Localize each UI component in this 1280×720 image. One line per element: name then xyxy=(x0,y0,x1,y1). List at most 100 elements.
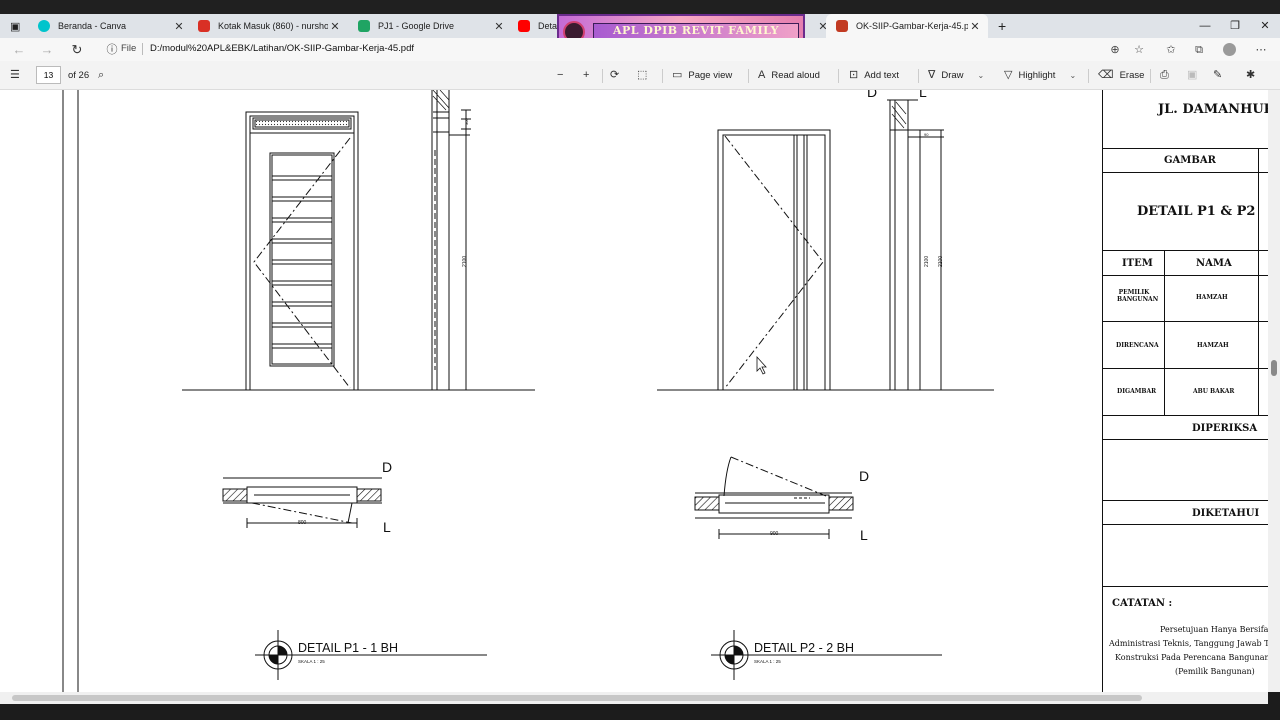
divider xyxy=(1103,415,1268,416)
draw-button[interactable]: ∇ Draw ⌄ xyxy=(928,67,984,84)
zoom-icon[interactable]: ⊕ xyxy=(1106,41,1124,59)
section-mark-d: D xyxy=(867,90,877,100)
read-aloud-icon: A xyxy=(758,69,766,81)
banner-text: APL DPIB REVIT FAMILY xyxy=(593,23,799,39)
tab-gmail[interactable]: Kotak Masuk (860) - nursholih@ ✕ xyxy=(188,14,348,38)
divider xyxy=(1258,148,1259,250)
nama-header: NAMA xyxy=(1196,258,1232,269)
tab-youtube[interactable]: Detail xyxy=(508,14,558,38)
toolbar-separator xyxy=(1088,69,1089,83)
scrollbar-thumb[interactable] xyxy=(12,695,1142,701)
scrollbar-thumb[interactable] xyxy=(1271,360,1277,376)
profile-avatar[interactable] xyxy=(1220,41,1238,59)
catatan-line: Administrasi Teknis, Tanggung Jawab Tekn… xyxy=(1109,639,1268,648)
close-tab-icon[interactable]: ✕ xyxy=(328,20,342,33)
read-aloud-label: Read aloud xyxy=(771,70,820,81)
horizontal-scrollbar[interactable] xyxy=(0,692,1268,704)
tab-canva[interactable]: Beranda - Canva ✕ xyxy=(28,14,192,38)
new-tab-button[interactable]: + xyxy=(988,14,1010,38)
dimension-p2-width: 900 xyxy=(770,531,779,537)
tab-google-drive[interactable]: PJ1 - Google Drive ✕ xyxy=(348,14,512,38)
google-drive-icon xyxy=(358,20,370,32)
file-label: File xyxy=(121,43,137,54)
side-out-label-p2: L xyxy=(860,527,868,543)
url-separator xyxy=(142,43,143,55)
toolbar-separator xyxy=(838,69,839,83)
close-window-button[interactable]: ✕ xyxy=(1250,14,1280,38)
item-pemilik: PEMILIK BANGUNAN xyxy=(1117,289,1158,303)
page-view-button[interactable]: ▭ Page view xyxy=(672,67,732,84)
print-icon[interactable]: ⎙ xyxy=(1160,67,1175,84)
catatan-line: Konstruksi Pada Perencana Bangunan / I xyxy=(1115,653,1268,662)
divider xyxy=(1103,321,1268,322)
nama-pemilik: HAMZAH xyxy=(1196,294,1228,301)
contents-icon[interactable]: ☰ xyxy=(10,67,26,84)
vertical-scrollbar[interactable] xyxy=(1268,90,1280,692)
door-detail-drawing: 2100 300 2100 2100 90 800 900 D L D L D … xyxy=(62,90,994,692)
item-digambar: DIGAMBAR xyxy=(1117,388,1157,395)
maximize-button[interactable]: ❐ xyxy=(1220,14,1250,38)
pdf-toolbar: ☰ of 26 ⌕ − + ⟳ ⬚ ▭ Page view A Read aloud… xyxy=(0,61,1280,90)
save-icon[interactable]: ▣ xyxy=(1187,67,1203,84)
side-in-label-p1: D xyxy=(382,459,392,475)
add-text-icon: ⊡ xyxy=(849,69,859,81)
dimension-p2-height: 2100 xyxy=(924,256,930,267)
forward-arrow-icon[interactable]: → xyxy=(38,41,56,59)
diperiksa-label: DIPERIKSA xyxy=(1192,423,1258,434)
close-tab-icon[interactable]: ✕ xyxy=(492,20,506,33)
tab-title: Detail xyxy=(538,21,558,31)
close-tab-icon[interactable]: ✕ xyxy=(806,14,827,38)
address-bar: ← → ↻ ⓘ File D:/modul%20APL&EBK/Latihan/… xyxy=(0,38,1280,61)
url-field[interactable]: D:/modul%20APL&EBK/Latihan/OK-SIIP-Gamba… xyxy=(150,43,414,54)
chevron-down-icon[interactable]: ⌄ xyxy=(1069,67,1076,84)
add-text-label: Add text xyxy=(864,70,900,81)
read-aloud-button[interactable]: A Read aloud xyxy=(758,67,820,84)
rotate-icon[interactable]: ⟳ xyxy=(610,67,625,84)
chevron-down-icon[interactable]: ⌄ xyxy=(978,67,985,84)
back-arrow-icon[interactable]: ← xyxy=(10,41,28,59)
erase-button[interactable]: ⌫ Erase xyxy=(1098,67,1144,84)
add-favorite-icon[interactable]: ☆ xyxy=(1130,41,1148,59)
page-view-icon: ▭ xyxy=(672,69,683,81)
close-tab-icon[interactable]: ✕ xyxy=(172,20,186,33)
add-text-button[interactable]: ⊡ Add text xyxy=(849,67,899,84)
highlight-label: Highlight xyxy=(1018,70,1056,81)
info-icon[interactable]: ⓘ xyxy=(103,41,121,59)
find-icon[interactable]: ⌕ xyxy=(98,67,110,84)
divider xyxy=(1103,439,1268,440)
pdf-icon xyxy=(836,20,848,32)
pin-toolbar-icon[interactable]: ✱ xyxy=(1246,67,1261,84)
item-direncana: DIRENCANA xyxy=(1116,342,1159,349)
catatan-label: CATATAN : xyxy=(1112,598,1173,609)
tab-title: Kotak Masuk (860) - nursholih@ xyxy=(218,21,328,31)
favorites-icon[interactable]: ✩ xyxy=(1162,41,1180,59)
dimension-p2-height-2: 2100 xyxy=(938,256,944,267)
toolbar-separator xyxy=(602,69,603,83)
dimension-p2-small: 90 xyxy=(924,132,929,137)
detail-p1-scale: SKALA 1 : 25 xyxy=(298,659,325,664)
youtube-icon xyxy=(518,20,530,32)
more-menu-icon[interactable]: ⋯ xyxy=(1252,41,1270,59)
divider xyxy=(1164,250,1165,415)
minimize-button[interactable]: — xyxy=(1190,14,1220,38)
tab-actions-button[interactable]: ▣ xyxy=(0,14,28,38)
save-as-icon[interactable]: ✎ xyxy=(1213,67,1228,84)
close-tab-icon[interactable]: ✕ xyxy=(968,20,982,33)
zoom-out-icon[interactable]: − xyxy=(557,67,569,84)
dimension-p1-top: 300 xyxy=(464,118,469,125)
canva-icon xyxy=(38,20,50,32)
page-number-input[interactable]: 13 xyxy=(36,66,61,84)
zoom-in-icon[interactable]: + xyxy=(583,67,595,84)
item-line: PEMILIK xyxy=(1118,289,1150,296)
divider xyxy=(1258,250,1259,415)
drawing-title: DETAIL P1 & P2 xyxy=(1137,204,1256,219)
collections-icon[interactable]: ⧉ xyxy=(1190,41,1208,59)
tab-title: PJ1 - Google Drive xyxy=(378,21,455,31)
highlight-button[interactable]: ▽ Highlight ⌄ xyxy=(1004,67,1076,84)
item-line: BANGUNAN xyxy=(1117,296,1159,303)
divider xyxy=(1103,250,1268,251)
gambar-label: GAMBAR xyxy=(1164,155,1216,166)
tab-pdf[interactable]: OK-SIIP-Gambar-Kerja-45.pdf ✕ xyxy=(826,14,988,38)
fit-page-icon[interactable]: ⬚ xyxy=(637,67,653,84)
refresh-icon[interactable]: ↻ xyxy=(68,41,86,59)
